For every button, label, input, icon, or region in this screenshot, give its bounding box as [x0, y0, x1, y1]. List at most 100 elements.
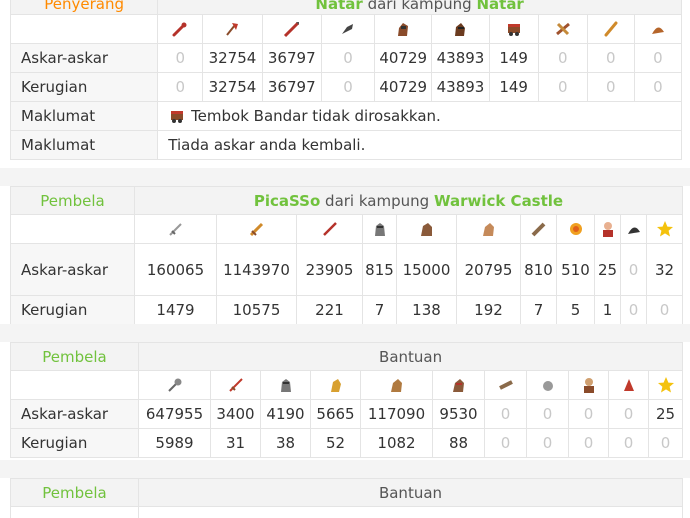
catapult-icon	[555, 23, 570, 36]
unit-count: 9530	[432, 399, 485, 429]
reinforcement-report-table: Pembela Bantuan Askar-askar 647955 3400 …	[10, 342, 684, 458]
unit-count: 20795	[456, 243, 521, 296]
equites-imperatoris-icon	[420, 223, 432, 237]
reinforcement-title: Bantuan	[137, 342, 684, 371]
horse-head-icon	[330, 379, 341, 393]
unit-count: 0	[157, 72, 204, 102]
section-separator	[0, 460, 690, 478]
unit-count: 88	[432, 428, 485, 458]
troops-label: Askar-askar	[10, 399, 139, 429]
defender-report-table: Pembela PicaSSo dari kampung Warwick Cas…	[10, 186, 683, 325]
unit-count: 0	[586, 72, 635, 102]
attacker-header: Natar dari kampung Natar	[157, 0, 682, 15]
scout-icon	[341, 24, 353, 35]
reinforcement-troops-row: Askar-askar 647955 3400 4190 5665 117090…	[10, 399, 684, 429]
reinforcement-role-label: Pembela	[10, 342, 139, 371]
legionnaire-icon	[168, 223, 182, 236]
unit-count: 149	[488, 72, 539, 102]
attacker-from-text: dari kampung	[367, 0, 472, 13]
unit-count: 1082	[360, 428, 433, 458]
teutonic-knight-icon	[455, 23, 466, 37]
unit-count: 0	[608, 428, 649, 458]
unit-count: 810	[520, 243, 557, 296]
section-separator	[0, 168, 690, 186]
unit-count: 0	[620, 243, 647, 296]
losses-label: Kerugian	[10, 295, 135, 325]
unit-count: 0	[633, 43, 683, 73]
unit-count: 221	[296, 295, 363, 325]
unit-count: 149	[488, 43, 539, 73]
info-text: Tiada askar anda kembali.	[157, 130, 682, 160]
reinforcement-losses-row: Kerugian 5989 31 38 52 1082 88 0 0 0 0 0	[10, 428, 684, 458]
reinforcement-title: Bantuan	[138, 478, 683, 507]
unit-count: 0	[647, 428, 684, 458]
unit-count: 1	[594, 295, 621, 325]
unit-count: 510	[556, 243, 595, 296]
battering-ram-icon	[531, 222, 545, 237]
defender-player-link[interactable]: PicaSSo	[254, 192, 320, 210]
unit-count: 7	[362, 295, 397, 325]
unit-count: 31	[210, 428, 261, 458]
unit-count: 0	[633, 72, 683, 102]
unit-count: 0	[620, 295, 647, 325]
info-text: Tembok Bandar tidak dirosakkan.	[191, 106, 441, 125]
unit-count: 7	[520, 295, 557, 325]
helmet-icon	[280, 379, 291, 393]
reinforcement-role-label: Pembela	[10, 478, 139, 507]
attacker-village-link[interactable]: Natar	[476, 0, 523, 13]
unit-count: 5	[556, 295, 595, 325]
equites-caesaris-icon	[482, 223, 494, 237]
unit-count: 0	[484, 399, 527, 429]
attacker-losses-row: Kerugian 0 32754 36797 0 40729 43893 149…	[9, 72, 683, 102]
senator-icon	[602, 222, 613, 238]
reinforcement-unit-icons-row	[10, 506, 683, 518]
attacker-player-link[interactable]: Natar	[315, 0, 362, 13]
defender-troops-row: Askar-askar 160065 1143970 23905 815 150…	[10, 243, 683, 296]
unit-count: 40729	[374, 72, 433, 102]
section-separator	[0, 324, 690, 342]
defender-from-text: dari kampung	[325, 191, 430, 210]
unit-count: 192	[456, 295, 521, 325]
knight-icon	[452, 379, 464, 393]
unit-count: 38	[260, 428, 311, 458]
paladin-icon	[398, 23, 409, 37]
unit-count: 647955	[138, 399, 211, 429]
attacker-report-table: Penyerang Natar dari kampung Natar Askar…	[9, 0, 683, 160]
mace-icon	[167, 378, 181, 392]
unit-count: 0	[484, 428, 527, 458]
axe-icon	[226, 23, 239, 36]
unit-count: 0	[568, 399, 609, 429]
unit-count: 0	[646, 295, 683, 325]
unit-count: 1479	[134, 295, 217, 325]
unit-count: 0	[537, 43, 588, 73]
unit-count: 23905	[296, 243, 363, 296]
unit-count: 3400	[210, 399, 261, 429]
chief-icon	[583, 378, 594, 394]
unit-count: 815	[362, 243, 397, 296]
ram-icon	[171, 111, 184, 124]
unit-count: 25	[594, 243, 621, 296]
unit-count: 0	[320, 43, 376, 73]
unit-count: 36797	[261, 72, 322, 102]
attacker-role-label: Penyerang	[9, 0, 159, 15]
settler-icon	[623, 379, 634, 392]
hero-star-icon	[657, 377, 674, 393]
settler-icon	[651, 27, 664, 35]
unit-count: 0	[526, 428, 569, 458]
losses-label: Kerugian	[10, 428, 139, 458]
spear-icon	[283, 22, 299, 38]
troops-label: Askar-askar	[10, 243, 135, 296]
unit-count: 4190	[260, 399, 311, 429]
reinforcement-unit-icons-row	[10, 370, 684, 400]
unit-count: 0	[568, 428, 609, 458]
unit-count: 32	[646, 243, 683, 296]
info-label: Maklumat	[9, 101, 159, 131]
unit-count: 10575	[216, 295, 297, 325]
unit-count: 5989	[138, 428, 211, 458]
unit-count: 1143970	[216, 243, 297, 296]
defender-unit-icons-row	[10, 214, 683, 244]
settler-icon	[627, 227, 640, 235]
praetorian-icon	[249, 223, 263, 237]
ram-log-icon	[498, 380, 513, 391]
defender-village-link[interactable]: Warwick Castle	[434, 192, 563, 210]
